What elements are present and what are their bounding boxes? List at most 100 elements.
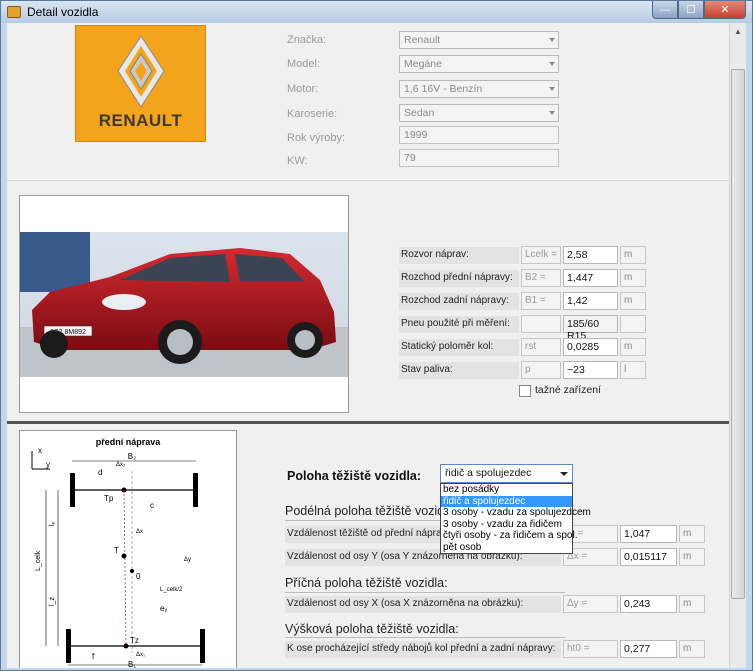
car-photo-frame: 6S2 8M892 — [19, 195, 349, 413]
model-label: Model: — [287, 58, 321, 70]
front-track-field[interactable]: 1,447 — [563, 269, 618, 287]
window: Detail vozidla — ☐ ✕ RENAULT Značka: Ren… — [0, 0, 753, 671]
body-label: Karoserie: — [287, 108, 338, 120]
section-divider — [7, 421, 729, 424]
chevron-down-icon — [549, 38, 555, 42]
vertical-underline — [285, 637, 565, 638]
axle-diagram: přední náprava x y B₂ d Δx₂ c Tp T Δx Δy… — [31, 437, 205, 668]
lp-label: lₚ — [49, 521, 56, 526]
divider — [7, 180, 729, 181]
fuel-field[interactable]: ~23 — [563, 361, 618, 379]
fuel-label: Stav paliva: — [399, 362, 519, 379]
dx-label: Δx — [136, 529, 143, 535]
cog-diagram: přední náprava x y B₂ d Δx₂ c Tp T Δx Δy… — [19, 430, 237, 668]
crew-option[interactable]: 3 osoby - vzadu za řidičem — [441, 519, 572, 531]
maximize-button[interactable]: ☐ — [678, 1, 704, 19]
rear-track-field[interactable]: 1,42 — [563, 292, 618, 310]
scroll-thumb[interactable] — [731, 69, 745, 599]
window-title: Detail vozidla — [27, 5, 99, 19]
rear-track-label: Rozchod zadní nápravy: — [399, 293, 519, 310]
body-value: Sedan — [404, 107, 435, 119]
model-value: Megáne — [404, 58, 442, 70]
kw-label: KW: — [287, 155, 308, 167]
dx-unit: m — [679, 548, 705, 566]
chevron-down-icon — [549, 62, 555, 66]
chevron-down-icon — [560, 472, 568, 476]
rear-track-symbol: B1 = — [521, 292, 561, 310]
scroll-up-icon[interactable]: ▲ — [730, 23, 746, 40]
cog-heading: Poloha těžiště vozidla: — [287, 469, 422, 483]
fuel-unit: l — [620, 361, 646, 379]
tire-label: Pneu použité při měření: — [399, 316, 519, 333]
window-controls: — ☐ ✕ — [652, 1, 746, 19]
wheelbase-field[interactable]: 2,58 — [563, 246, 618, 264]
diagram-title: přední náprava — [96, 437, 162, 447]
dy-label: Δy — [184, 557, 191, 563]
axis-y-label: y — [46, 460, 50, 469]
static-radius-field[interactable]: 0,0285 — [563, 338, 618, 356]
crew-select-value: řidič a spolujezdec — [445, 467, 532, 479]
app-icon — [7, 6, 21, 18]
tow-hitch-checkbox[interactable] — [519, 385, 531, 397]
crew-option-selected[interactable]: řidič a spolujezdec — [441, 495, 572, 507]
crew-option[interactable]: 3 osoby - vzadu za spolujezdcem — [441, 507, 591, 519]
crew-dropdown-list: bez posádky řidič a spolujezdec 3 osoby … — [440, 483, 591, 554]
ht0-symbol: ht0 = — [563, 640, 618, 658]
dy-unit: m — [679, 595, 705, 613]
chevron-down-icon — [549, 111, 555, 115]
wheelbase-unit: m — [620, 246, 646, 264]
engine-select[interactable]: 1,6 16V - Benzín — [399, 80, 559, 98]
x-axis-distance-label: Vzdálenost od osy X (osa X znázorněna na… — [285, 596, 561, 613]
t-label: T — [114, 546, 119, 555]
minimize-button[interactable]: — — [652, 1, 678, 19]
fuel-symbol: p — [521, 361, 561, 379]
title-bar[interactable]: Detail vozidla — ☐ ✕ — [1, 1, 752, 23]
dx2-label: Δx₂ — [116, 462, 126, 468]
lateral-underline — [285, 592, 565, 593]
crew-option[interactable]: bez posádky — [441, 484, 572, 496]
tz-label: Tz — [130, 636, 139, 645]
dy-field[interactable]: 0,243 — [620, 595, 677, 613]
close-button[interactable]: ✕ — [704, 1, 746, 19]
tire-symbol — [521, 315, 561, 333]
dy-symbol: Δy = — [563, 595, 618, 613]
lcelk-half-label: L_celk/2 — [160, 587, 183, 593]
brand-text: RENAULT — [98, 111, 183, 130]
make-select[interactable]: Renault — [399, 31, 559, 49]
vertical-title: Výšková poloha těžiště vozidla: — [285, 622, 459, 636]
front-track-unit: m — [620, 269, 646, 287]
c-label: c — [150, 501, 154, 510]
rear-track-unit: m — [620, 292, 646, 310]
f-label: f — [92, 652, 95, 661]
b1-label: B₁ — [128, 660, 136, 668]
wheelbase-label: Rozvor náprav: — [399, 247, 519, 264]
lz-label: l_z — [49, 597, 56, 606]
front-track-symbol: B2 = — [521, 269, 561, 287]
crew-select[interactable]: řidič a spolujezdec — [440, 464, 573, 483]
kw-field[interactable]: 79 — [399, 149, 559, 167]
e-label: eᵧ — [160, 604, 167, 613]
crew-option[interactable]: čtyři osoby - za řidičem a spol. — [441, 530, 578, 542]
lp-unit: m — [679, 525, 705, 543]
body-select[interactable]: Sedan — [399, 104, 559, 122]
chevron-down-icon — [549, 87, 555, 91]
lp-field[interactable]: 1,047 — [620, 525, 677, 543]
axis-x-label: x — [38, 446, 42, 455]
dx-field[interactable]: 0,015117 — [620, 548, 677, 566]
b2-label: B₂ — [128, 452, 136, 461]
ht0-field[interactable]: 0,277 — [620, 640, 677, 658]
year-field[interactable]: 1999 — [399, 126, 559, 144]
model-select[interactable]: Megáne — [399, 55, 559, 73]
tire-field[interactable]: 185/60 R15 — [563, 315, 618, 342]
year-label: Rok výroby: — [287, 132, 346, 144]
zero-label: 0 — [136, 572, 141, 581]
dx1-label: Δx₁ — [136, 652, 145, 658]
make-value: Renault — [404, 34, 441, 46]
lcelk-label: L_celk — [35, 550, 42, 571]
vertical-scrollbar[interactable]: ▲ — [729, 23, 746, 668]
d-label: d — [98, 468, 102, 477]
tire-unit — [620, 315, 646, 333]
crew-option[interactable]: pět osob — [441, 542, 572, 554]
longitudinal-title: Podélná poloha těžiště vozidla: — [285, 504, 458, 518]
front-track-label: Rozchod přední nápravy: — [399, 270, 519, 287]
